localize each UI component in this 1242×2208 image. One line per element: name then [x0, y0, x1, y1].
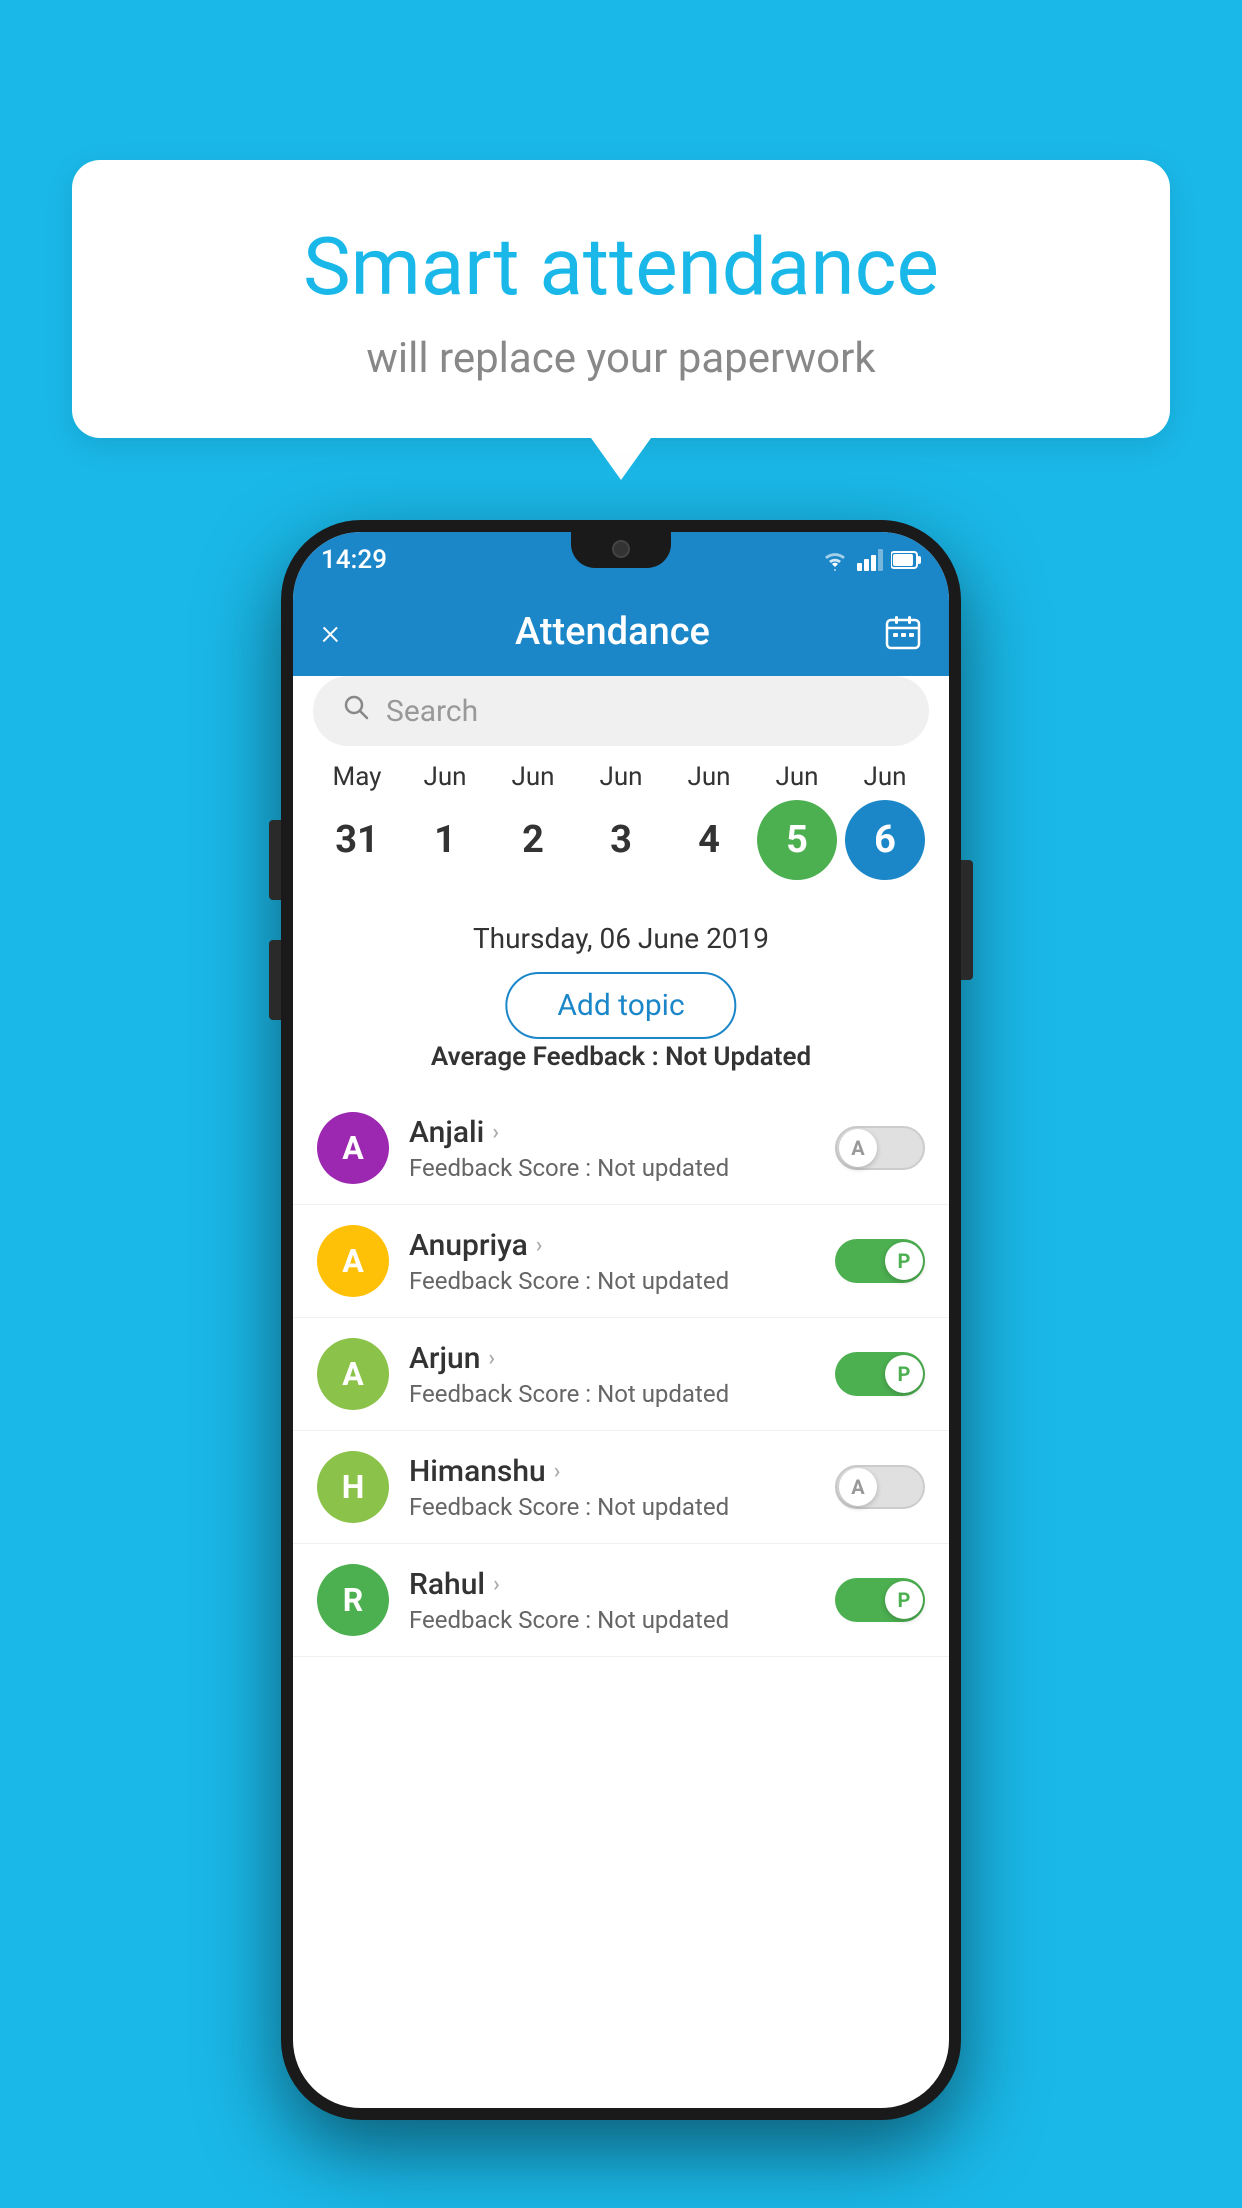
avg-feedback: Average Feedback : Not Updated — [293, 1042, 949, 1072]
calendar-dates: 31 1 2 3 4 5 6 — [313, 800, 929, 880]
status-time: 14:29 — [321, 545, 387, 575]
date-1[interactable]: 1 — [405, 800, 485, 880]
student-info[interactable]: Anupriya › Feedback Score : Not updated — [409, 1228, 815, 1295]
student-feedback: Feedback Score : Not updated — [409, 1606, 815, 1634]
calendar-icon[interactable] — [885, 614, 921, 650]
selected-date-label: Thursday, 06 June 2019 — [293, 922, 949, 955]
list-item: A Arjun › Feedback Score : Not updated P — [293, 1318, 949, 1431]
date-6[interactable]: 6 — [845, 800, 925, 880]
list-item: A Anjali › Feedback Score : Not updated … — [293, 1092, 949, 1205]
speech-bubble: Smart attendance will replace your paper… — [72, 160, 1170, 438]
student-feedback: Feedback Score : Not updated — [409, 1267, 815, 1295]
search-bar[interactable]: Search — [313, 676, 929, 746]
month-2[interactable]: Jun — [493, 762, 573, 792]
toggle-knob: A — [839, 1129, 877, 1167]
chevron-right-icon: › — [493, 1572, 500, 1597]
list-item: H Himanshu › Feedback Score : Not update… — [293, 1431, 949, 1544]
student-feedback: Feedback Score : Not updated — [409, 1380, 815, 1408]
student-name: Rahul › — [409, 1567, 815, 1602]
student-info[interactable]: Himanshu › Feedback Score : Not updated — [409, 1454, 815, 1521]
attendance-toggle[interactable]: A — [835, 1126, 925, 1170]
date-5[interactable]: 5 — [757, 800, 837, 880]
speech-bubble-title: Smart attendance — [132, 220, 1110, 314]
attendance-toggle[interactable]: P — [835, 1578, 925, 1622]
page-title: Attendance — [515, 610, 710, 654]
date-3[interactable]: 3 — [581, 800, 661, 880]
toggle-knob: P — [885, 1242, 923, 1280]
speech-bubble-container: Smart attendance will replace your paper… — [72, 160, 1170, 438]
speech-bubble-subtitle: will replace your paperwork — [132, 334, 1110, 383]
avatar: R — [317, 1564, 389, 1636]
avg-feedback-label: Average Feedback : — [431, 1042, 665, 1072]
close-button[interactable]: × — [321, 611, 340, 653]
chevron-right-icon: › — [536, 1233, 543, 1258]
phone-mockup: 14:29 — [281, 520, 961, 2120]
list-item: A Anupriya › Feedback Score : Not update… — [293, 1205, 949, 1318]
search-placeholder: Search — [386, 694, 478, 729]
date-0[interactable]: 31 — [317, 800, 397, 880]
list-item: R Rahul › Feedback Score : Not updated P — [293, 1544, 949, 1657]
add-topic-button[interactable]: Add topic — [505, 972, 736, 1039]
student-info[interactable]: Rahul › Feedback Score : Not updated — [409, 1567, 815, 1634]
date-2[interactable]: 2 — [493, 800, 573, 880]
search-icon — [343, 694, 371, 729]
status-icons — [821, 549, 921, 571]
student-info[interactable]: Anjali › Feedback Score : Not updated — [409, 1115, 815, 1182]
month-4[interactable]: Jun — [669, 762, 749, 792]
avatar: A — [317, 1338, 389, 1410]
student-feedback: Feedback Score : Not updated — [409, 1154, 815, 1182]
chevron-right-icon: › — [492, 1120, 499, 1145]
toggle-knob: P — [885, 1355, 923, 1393]
phone-screen: 14:29 — [293, 532, 949, 2108]
student-list: A Anjali › Feedback Score : Not updated … — [293, 1092, 949, 2108]
avatar: A — [317, 1225, 389, 1297]
attendance-toggle[interactable]: P — [835, 1352, 925, 1396]
toggle-knob: A — [839, 1468, 877, 1506]
chevron-right-icon: › — [488, 1346, 495, 1371]
attendance-toggle[interactable]: P — [835, 1239, 925, 1283]
student-feedback: Feedback Score : Not updated — [409, 1493, 815, 1521]
attendance-toggle[interactable]: A — [835, 1465, 925, 1509]
phone-outer: 14:29 — [281, 520, 961, 2120]
student-name: Himanshu › — [409, 1454, 815, 1489]
avatar: H — [317, 1451, 389, 1523]
toggle-knob: P — [885, 1581, 923, 1619]
month-5[interactable]: Jun — [757, 762, 837, 792]
calendar-months: May Jun Jun Jun Jun Jun Jun — [313, 762, 929, 792]
student-info[interactable]: Arjun › Feedback Score : Not updated — [409, 1341, 815, 1408]
month-1[interactable]: Jun — [405, 762, 485, 792]
chevron-right-icon: › — [554, 1459, 561, 1484]
wifi-icon — [821, 549, 849, 571]
avatar: A — [317, 1112, 389, 1184]
student-name: Anjali › — [409, 1115, 815, 1150]
student-name: Anupriya › — [409, 1228, 815, 1263]
signal-icon — [857, 549, 883, 571]
month-3[interactable]: Jun — [581, 762, 661, 792]
date-4[interactable]: 4 — [669, 800, 749, 880]
front-camera — [612, 540, 630, 558]
avg-feedback-value: Not Updated — [665, 1042, 811, 1072]
app-header: × Attendance — [293, 588, 949, 676]
calendar-section: May Jun Jun Jun Jun Jun Jun 31 1 2 3 4 5… — [293, 762, 949, 880]
student-name: Arjun › — [409, 1341, 815, 1376]
month-6[interactable]: Jun — [845, 762, 925, 792]
battery-icon — [891, 550, 921, 570]
month-0[interactable]: May — [317, 762, 397, 792]
phone-notch — [571, 532, 671, 568]
